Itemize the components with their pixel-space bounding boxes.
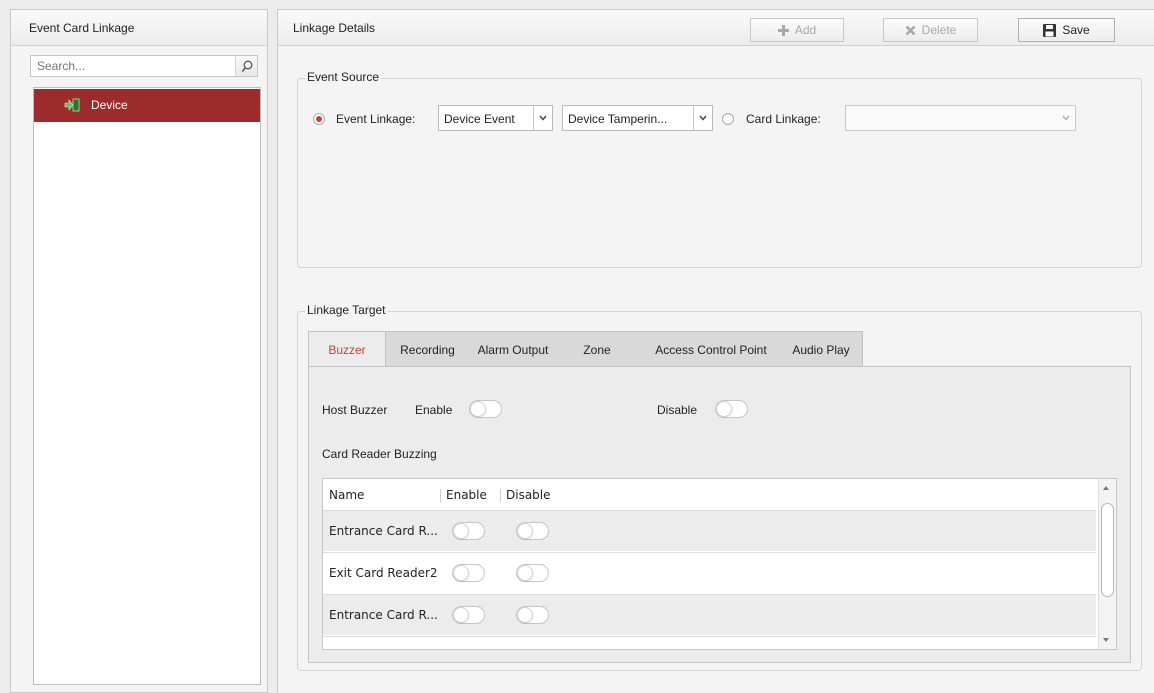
search-box xyxy=(30,55,258,77)
linkage-target-tabs: Buzzer Recording Alarm Output Zone Acces… xyxy=(308,331,863,368)
delete-button-label: Delete xyxy=(921,23,957,37)
save-button-label: Save xyxy=(1062,23,1090,37)
event-type-value: Device Event xyxy=(444,112,515,126)
host-buzzer-disable-toggle[interactable] xyxy=(715,400,748,418)
tree-item-device[interactable]: Device xyxy=(34,89,260,122)
tab-audio-play[interactable]: Audio Play xyxy=(783,332,859,367)
column-separator xyxy=(500,489,501,502)
event-select[interactable]: Device Tamperin... xyxy=(562,105,713,131)
scroll-up-icon[interactable] xyxy=(1103,486,1109,490)
tab-access-control-point[interactable]: Access Control Point xyxy=(641,332,781,367)
row-name: Entrance Card R... xyxy=(329,608,438,622)
column-separator xyxy=(440,489,441,502)
event-linkage-label: Event Linkage: xyxy=(336,112,416,126)
event-source-legend: Event Source xyxy=(305,70,382,84)
table-row[interactable]: Entrance Card R... xyxy=(323,510,1096,551)
tab-buzzer[interactable]: Buzzer xyxy=(309,332,386,368)
search-icon xyxy=(241,60,252,72)
host-buzzer-enable-toggle[interactable] xyxy=(469,400,502,418)
tree-item-label: Device xyxy=(91,98,128,112)
event-value: Device Tamperin... xyxy=(568,112,668,126)
table-row[interactable]: Entrance Card R... xyxy=(323,594,1096,635)
device-import-icon xyxy=(64,98,80,115)
card-linkage-radio[interactable] xyxy=(722,113,734,125)
card-reader-table: Name Enable Disable Entrance Card R... E… xyxy=(322,478,1117,650)
event-linkage-radio[interactable] xyxy=(313,113,325,125)
column-header-enable[interactable]: Enable xyxy=(446,488,487,502)
linkage-target-legend: Linkage Target xyxy=(305,303,388,317)
delete-button[interactable]: Delete xyxy=(883,18,978,42)
row-disable-toggle[interactable] xyxy=(516,564,549,582)
tab-zone[interactable]: Zone xyxy=(571,332,623,367)
card-reader-buzzing-label: Card Reader Buzzing xyxy=(322,447,437,461)
tab-alarm-output[interactable]: Alarm Output xyxy=(465,332,561,367)
table-row-partial xyxy=(323,636,1096,649)
host-buzzer-disable-label: Disable xyxy=(657,403,698,417)
device-tree: Device xyxy=(33,87,261,685)
right-panel-title: Linkage Details xyxy=(293,21,376,35)
floppy-disk-icon xyxy=(1043,23,1057,37)
table-scrollbar[interactable] xyxy=(1098,479,1116,649)
scrollbar-thumb[interactable] xyxy=(1101,503,1114,597)
search-input[interactable] xyxy=(31,56,235,76)
table-row[interactable]: Exit Card Reader2 xyxy=(323,552,1096,593)
table-header: Name Enable Disable xyxy=(323,479,1098,510)
save-button[interactable]: Save xyxy=(1018,18,1115,42)
plus-icon xyxy=(777,24,789,36)
chevron-down-icon xyxy=(1056,106,1075,130)
close-icon xyxy=(905,25,916,35)
search-button[interactable] xyxy=(235,56,257,76)
row-name: Exit Card Reader2 xyxy=(329,566,438,580)
event-type-select[interactable]: Device Event xyxy=(438,105,553,131)
add-button[interactable]: Add xyxy=(750,18,844,42)
chevron-down-icon xyxy=(533,106,552,130)
column-header-disable[interactable]: Disable xyxy=(506,488,551,502)
column-header-name[interactable]: Name xyxy=(329,488,364,502)
row-enable-toggle[interactable] xyxy=(452,564,485,582)
scroll-down-icon[interactable] xyxy=(1103,638,1109,642)
card-linkage-label: Card Linkage: xyxy=(746,112,821,126)
card-linkage-select[interactable] xyxy=(845,105,1076,131)
row-enable-toggle[interactable] xyxy=(452,522,485,540)
left-panel-title: Event Card Linkage xyxy=(29,21,135,35)
event-card-linkage-panel: Event Card Linkage Device xyxy=(10,9,268,693)
row-disable-toggle[interactable] xyxy=(516,606,549,624)
host-buzzer-label: Host Buzzer xyxy=(322,403,388,417)
row-name: Entrance Card R... xyxy=(329,524,438,538)
row-disable-toggle[interactable] xyxy=(516,522,549,540)
host-buzzer-enable-label: Enable xyxy=(415,403,453,417)
left-panel-header: Event Card Linkage xyxy=(11,10,267,46)
add-button-label: Add xyxy=(794,23,817,37)
chevron-down-icon xyxy=(693,106,712,130)
tab-recording[interactable]: Recording xyxy=(390,332,465,367)
row-enable-toggle[interactable] xyxy=(452,606,485,624)
